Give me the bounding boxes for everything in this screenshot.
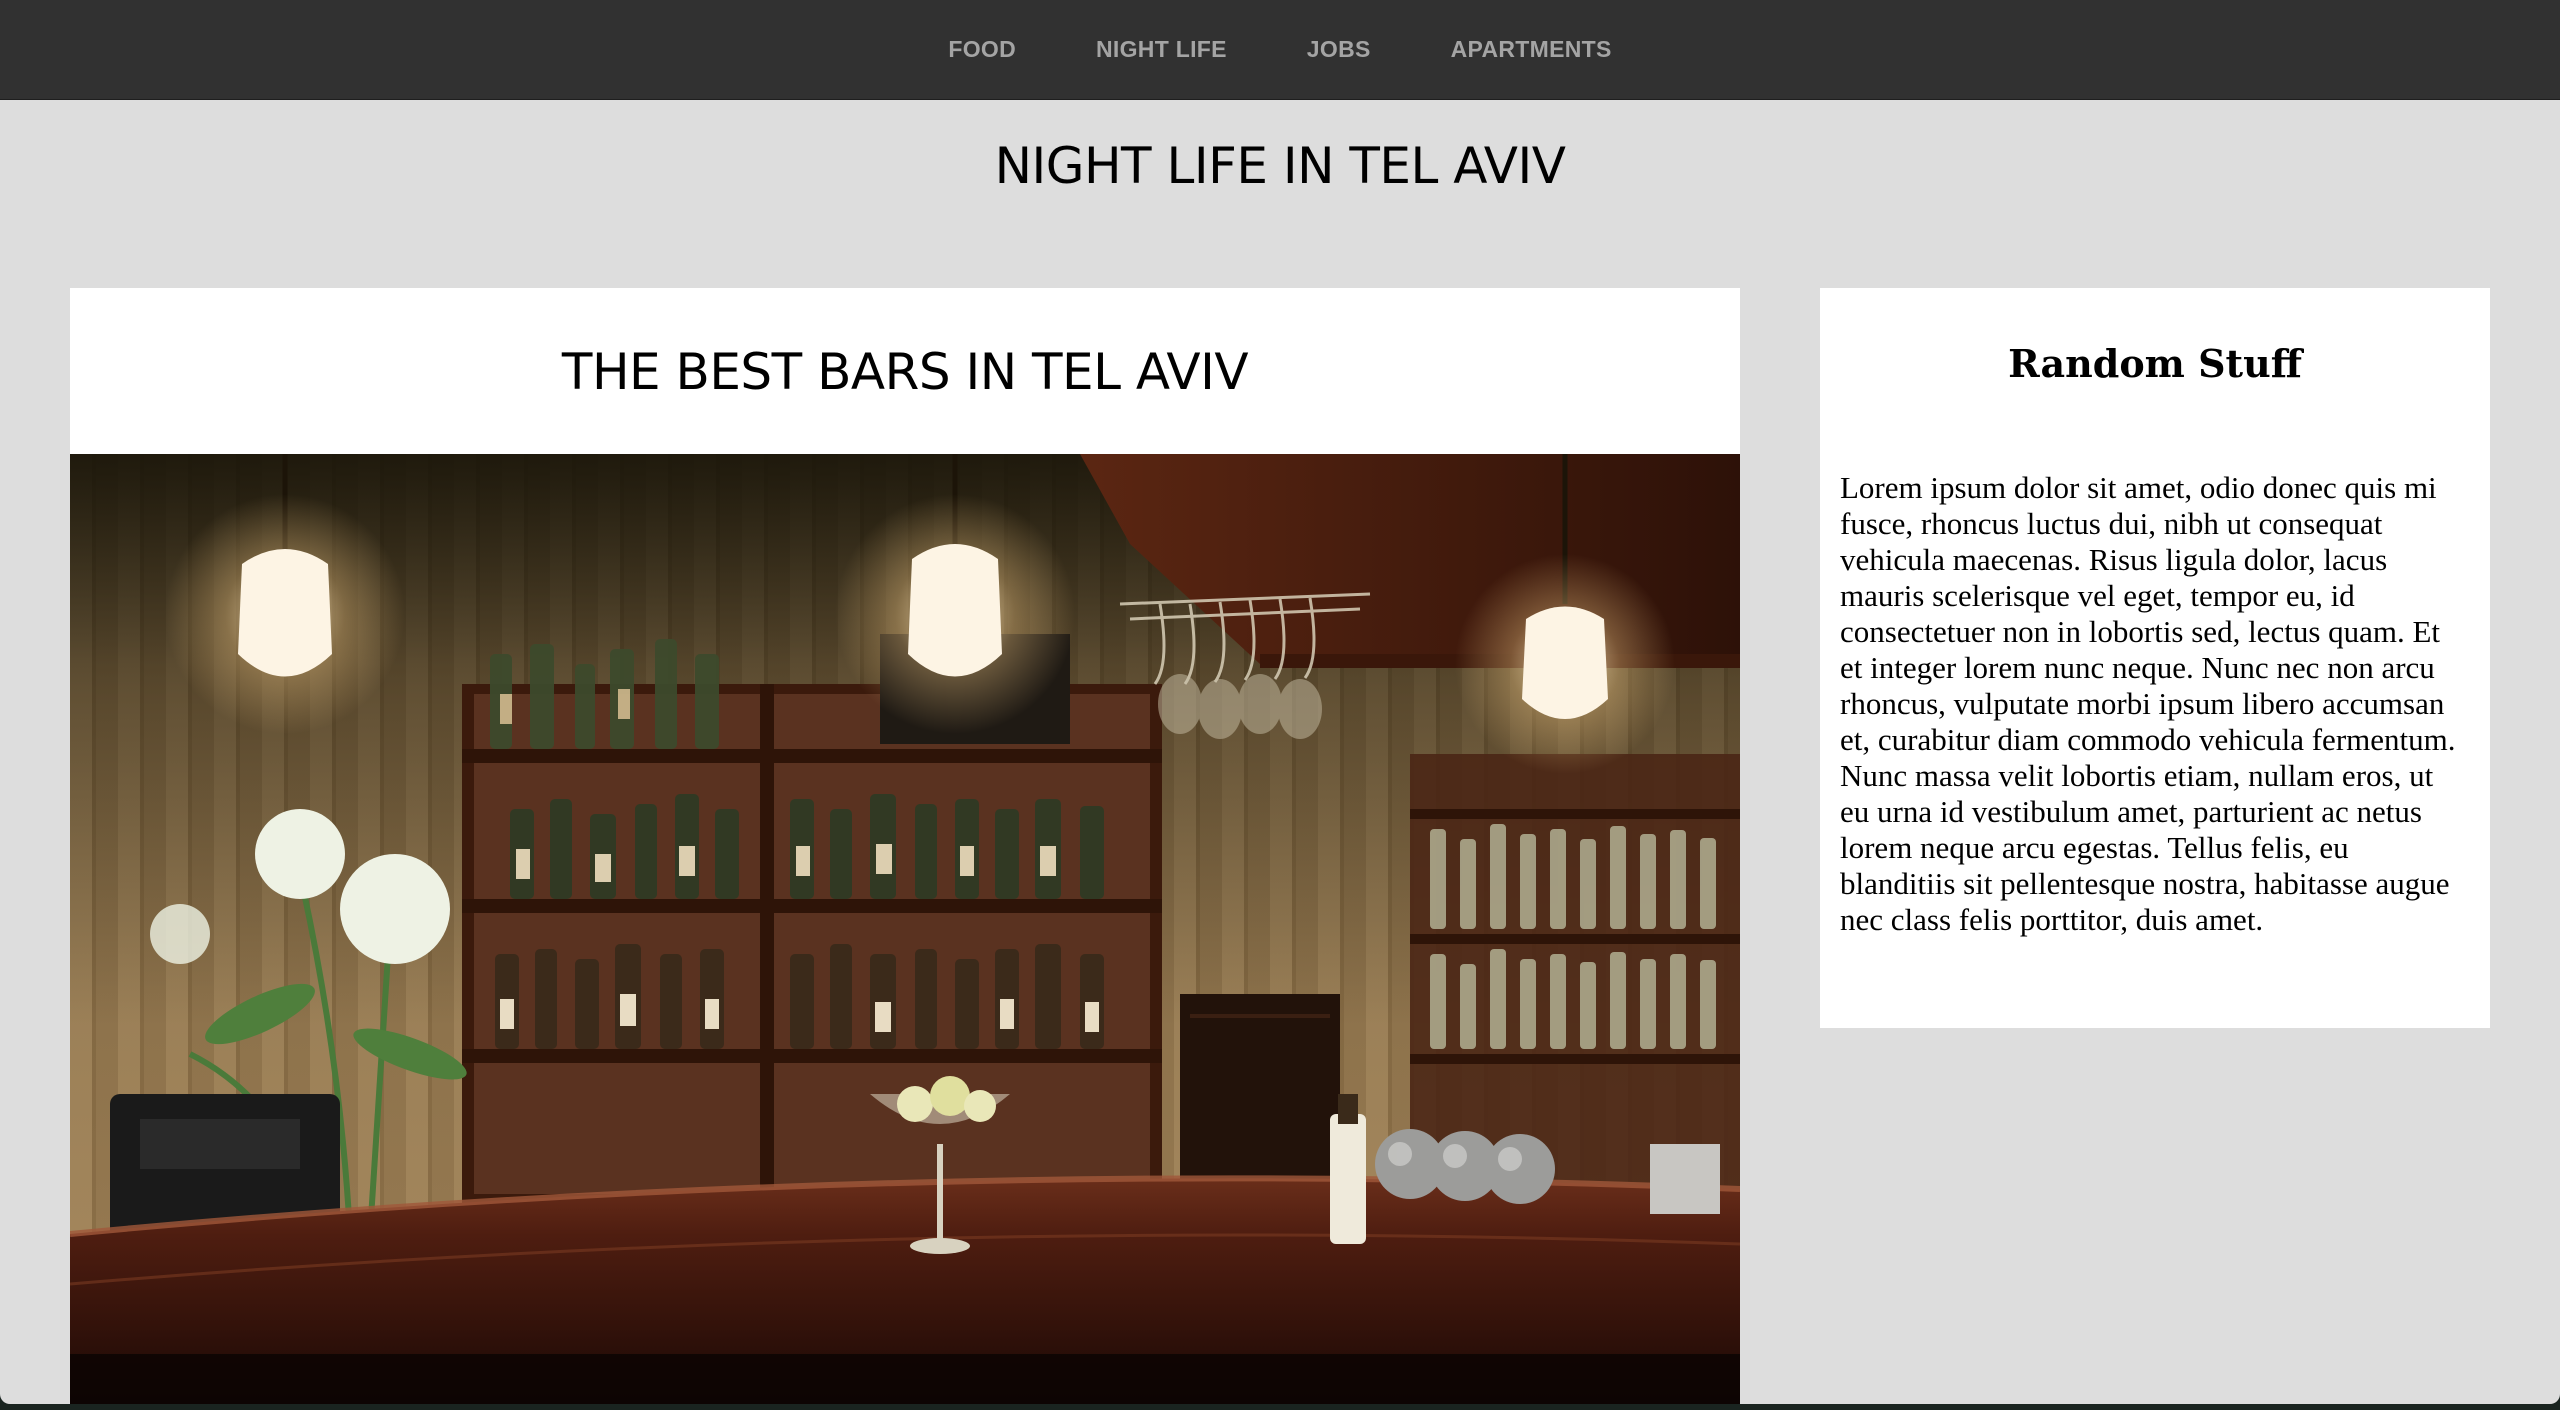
sidebar-title: Random Stuff <box>2008 341 2302 386</box>
nav-link-apartments[interactable]: APARTMENTS <box>1451 36 1612 62</box>
nav-item-jobs: JOBS <box>1307 36 1371 63</box>
page: FOOD NIGHT LIFE JOBS APARTMENTS NIGHT LI… <box>0 0 2560 1404</box>
nav-link-food[interactable]: FOOD <box>948 36 1016 62</box>
nav-link-jobs[interactable]: JOBS <box>1307 36 1371 62</box>
bar-interior-photo <box>70 454 1740 1404</box>
article-title: THE BEST BARS IN TEL AVIV <box>561 343 1249 401</box>
sidebar-card: Random Stuff Lorem ipsum dolor sit amet,… <box>1820 288 2490 1028</box>
nav-item-apartments: APARTMENTS <box>1451 36 1612 63</box>
sidebar-text: Lorem ipsum dolor sit amet, odio donec q… <box>1840 470 2456 937</box>
article-card: THE BEST BARS IN TEL AVIV <box>70 288 1740 1404</box>
nav-link-night-life[interactable]: NIGHT LIFE <box>1096 36 1227 62</box>
nav-list: FOOD NIGHT LIFE JOBS APARTMENTS <box>0 0 2560 98</box>
nav-item-food: FOOD <box>948 36 1016 63</box>
top-navbar: FOOD NIGHT LIFE JOBS APARTMENTS <box>0 0 2560 100</box>
nav-item-night-life: NIGHT LIFE <box>1096 36 1227 63</box>
page-title: NIGHT LIFE IN TEL AVIV <box>994 137 1566 195</box>
